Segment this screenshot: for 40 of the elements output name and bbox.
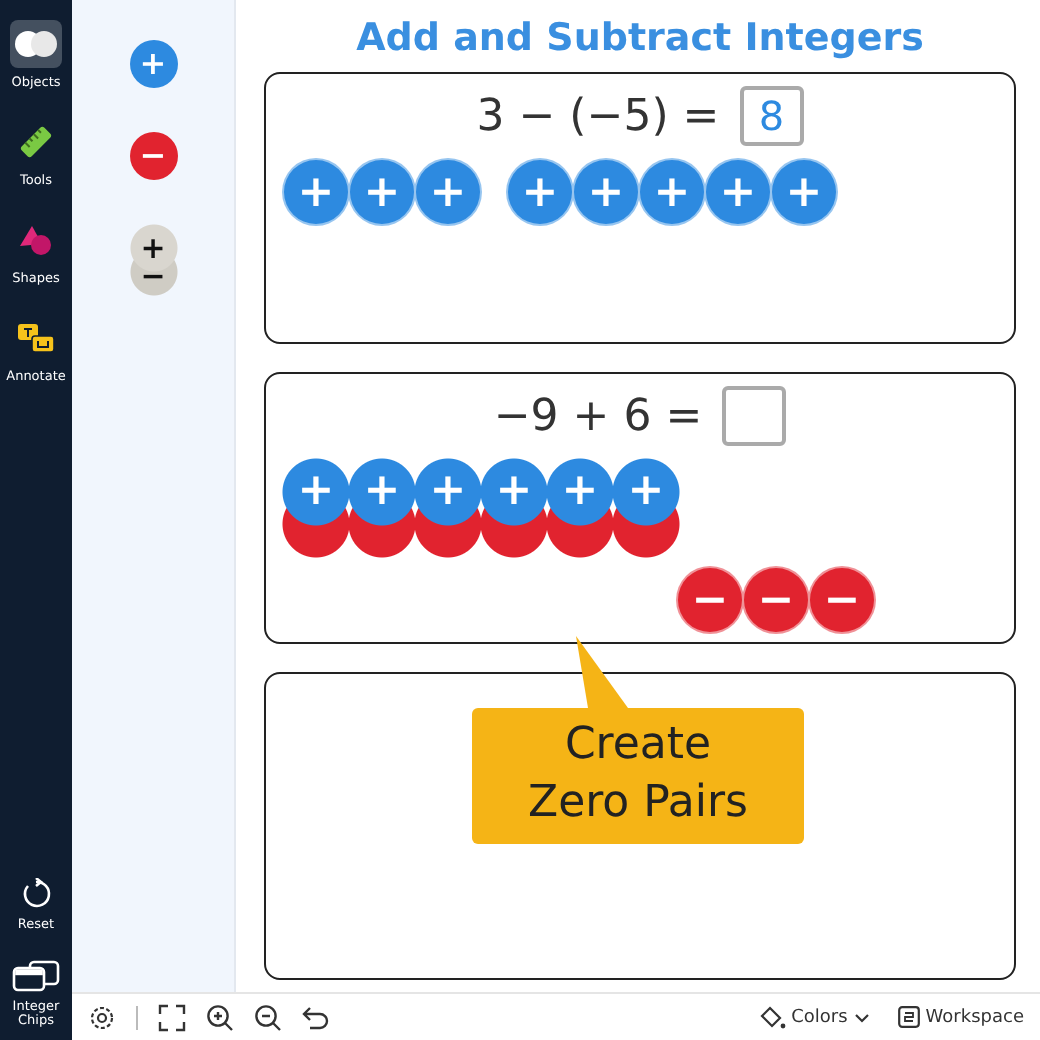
positive-chip[interactable]: +	[506, 158, 574, 226]
positive-chip[interactable]: +	[348, 158, 416, 226]
zero-pair-chip[interactable]: +	[612, 458, 680, 558]
equation: −9 + 6 =	[493, 391, 703, 441]
paint-bucket-icon	[759, 1005, 786, 1029]
negative-chip[interactable]: −	[676, 566, 744, 634]
circles-icon	[14, 28, 58, 60]
zero-pair-chip[interactable]: +	[282, 458, 350, 558]
chevron-down-icon	[853, 1011, 870, 1023]
negative-chip[interactable]: −	[742, 566, 810, 634]
workspace-icon	[897, 1006, 920, 1028]
negative-chip[interactable]: −	[129, 132, 177, 180]
settings-icon[interactable]	[88, 1003, 116, 1031]
chips-icon	[12, 959, 60, 992]
text-boxes-icon	[16, 322, 56, 355]
zero-pair-chip[interactable]: +	[348, 458, 416, 558]
page-title: Add and Subtract Integers	[354, 16, 926, 60]
negative-chip[interactable]: −	[808, 566, 876, 634]
zero-pair-chip[interactable]: + −	[129, 224, 177, 296]
workspace-button[interactable]: Workspace	[897, 1005, 1024, 1029]
callout: Create Zero Pairs	[472, 708, 804, 844]
zero-pair-chip[interactable]: +	[480, 458, 548, 558]
answer-box[interactable]: 8	[739, 86, 804, 146]
positive-chip[interactable]: +	[414, 158, 482, 226]
zoom-out-icon[interactable]	[254, 1003, 282, 1031]
zero-pair-chip[interactable]: +	[414, 458, 482, 558]
positive-chip[interactable]: +	[129, 40, 177, 88]
equation: 3 − (−5) =	[476, 91, 720, 141]
zoom-in-icon[interactable]	[206, 1003, 234, 1031]
zero-pair-chip[interactable]: +	[546, 458, 614, 558]
fullscreen-icon[interactable]	[158, 1003, 186, 1031]
colors-button[interactable]: Colors	[759, 1005, 870, 1029]
undo-icon[interactable]	[302, 1005, 330, 1029]
positive-chip[interactable]: +	[704, 158, 772, 226]
positive-chip[interactable]: +	[282, 158, 350, 226]
shapes-icon	[18, 224, 54, 257]
positive-chip[interactable]: +	[770, 158, 838, 226]
reset-icon	[20, 877, 52, 910]
positive-chip[interactable]: +	[638, 158, 706, 226]
positive-chip[interactable]: +	[572, 158, 640, 226]
